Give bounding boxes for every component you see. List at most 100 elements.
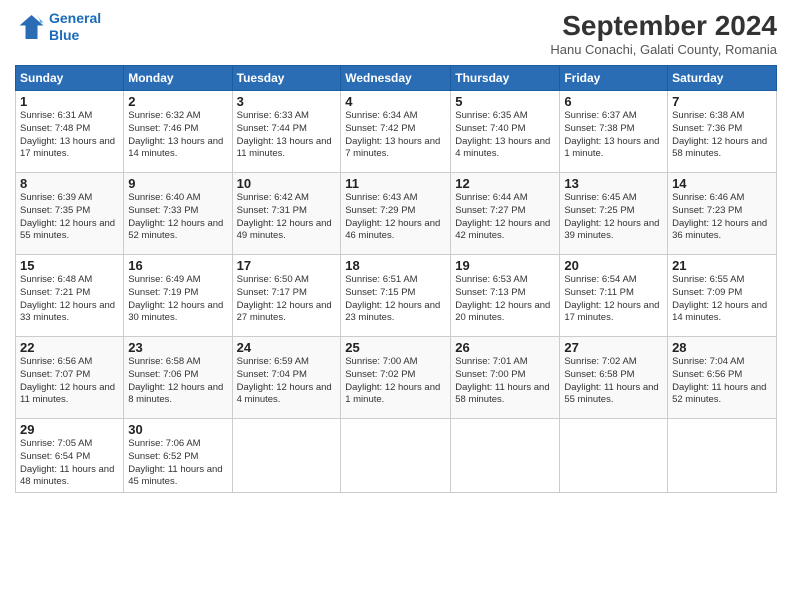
weekday-header-thursday: Thursday xyxy=(451,66,560,91)
day-number: 15 xyxy=(20,258,119,273)
day-info: Sunrise: 6:43 AMSunset: 7:29 PMDaylight:… xyxy=(345,192,446,243)
calendar-week-4: 22Sunrise: 6:56 AMSunset: 7:07 PMDayligh… xyxy=(16,337,777,419)
month-title: September 2024 xyxy=(550,10,777,42)
day-number: 21 xyxy=(672,258,772,273)
day-number: 20 xyxy=(564,258,663,273)
calendar-week-5: 29Sunrise: 7:05 AMSunset: 6:54 PMDayligh… xyxy=(16,419,777,493)
day-number: 1 xyxy=(20,94,119,109)
day-number: 23 xyxy=(128,340,227,355)
day-info: Sunrise: 7:04 AMSunset: 6:56 PMDaylight:… xyxy=(672,356,772,407)
calendar-cell: 11Sunrise: 6:43 AMSunset: 7:29 PMDayligh… xyxy=(341,173,451,255)
day-info: Sunrise: 6:35 AMSunset: 7:40 PMDaylight:… xyxy=(455,110,555,161)
day-info: Sunrise: 6:39 AMSunset: 7:35 PMDaylight:… xyxy=(20,192,119,243)
calendar-cell xyxy=(451,419,560,493)
calendar-table: SundayMondayTuesdayWednesdayThursdayFrid… xyxy=(15,65,777,493)
day-number: 10 xyxy=(237,176,337,191)
calendar-cell: 29Sunrise: 7:05 AMSunset: 6:54 PMDayligh… xyxy=(16,419,124,493)
logo-text: General Blue xyxy=(49,10,101,44)
weekday-header-tuesday: Tuesday xyxy=(232,66,341,91)
weekday-header-friday: Friday xyxy=(560,66,668,91)
day-number: 4 xyxy=(345,94,446,109)
calendar-cell: 28Sunrise: 7:04 AMSunset: 6:56 PMDayligh… xyxy=(668,337,777,419)
day-info: Sunrise: 6:58 AMSunset: 7:06 PMDaylight:… xyxy=(128,356,227,407)
day-info: Sunrise: 6:49 AMSunset: 7:19 PMDaylight:… xyxy=(128,274,227,325)
day-number: 9 xyxy=(128,176,227,191)
calendar-cell: 16Sunrise: 6:49 AMSunset: 7:19 PMDayligh… xyxy=(124,255,232,337)
day-info: Sunrise: 6:45 AMSunset: 7:25 PMDaylight:… xyxy=(564,192,663,243)
calendar-body: 1Sunrise: 6:31 AMSunset: 7:48 PMDaylight… xyxy=(16,91,777,493)
day-info: Sunrise: 7:01 AMSunset: 7:00 PMDaylight:… xyxy=(455,356,555,407)
day-info: Sunrise: 6:55 AMSunset: 7:09 PMDaylight:… xyxy=(672,274,772,325)
calendar-cell xyxy=(232,419,341,493)
day-info: Sunrise: 6:40 AMSunset: 7:33 PMDaylight:… xyxy=(128,192,227,243)
calendar-cell: 15Sunrise: 6:48 AMSunset: 7:21 PMDayligh… xyxy=(16,255,124,337)
calendar-cell: 7Sunrise: 6:38 AMSunset: 7:36 PMDaylight… xyxy=(668,91,777,173)
calendar-week-1: 1Sunrise: 6:31 AMSunset: 7:48 PMDaylight… xyxy=(16,91,777,173)
day-number: 17 xyxy=(237,258,337,273)
calendar-cell xyxy=(668,419,777,493)
calendar-cell: 27Sunrise: 7:02 AMSunset: 6:58 PMDayligh… xyxy=(560,337,668,419)
day-number: 27 xyxy=(564,340,663,355)
calendar-cell: 17Sunrise: 6:50 AMSunset: 7:17 PMDayligh… xyxy=(232,255,341,337)
day-info: Sunrise: 6:32 AMSunset: 7:46 PMDaylight:… xyxy=(128,110,227,161)
page-container: General Blue September 2024 Hanu Conachi… xyxy=(0,0,792,612)
logo-general: General xyxy=(49,10,101,26)
day-number: 30 xyxy=(128,422,227,437)
day-number: 3 xyxy=(237,94,337,109)
calendar-cell: 24Sunrise: 6:59 AMSunset: 7:04 PMDayligh… xyxy=(232,337,341,419)
logo-icon xyxy=(15,12,45,42)
calendar-cell: 25Sunrise: 7:00 AMSunset: 7:02 PMDayligh… xyxy=(341,337,451,419)
day-number: 25 xyxy=(345,340,446,355)
day-number: 8 xyxy=(20,176,119,191)
logo: General Blue xyxy=(15,10,101,44)
weekday-header-monday: Monday xyxy=(124,66,232,91)
calendar-header-row: SundayMondayTuesdayWednesdayThursdayFrid… xyxy=(16,66,777,91)
day-info: Sunrise: 6:46 AMSunset: 7:23 PMDaylight:… xyxy=(672,192,772,243)
day-number: 11 xyxy=(345,176,446,191)
calendar-cell: 26Sunrise: 7:01 AMSunset: 7:00 PMDayligh… xyxy=(451,337,560,419)
day-info: Sunrise: 6:50 AMSunset: 7:17 PMDaylight:… xyxy=(237,274,337,325)
calendar-cell xyxy=(341,419,451,493)
day-info: Sunrise: 6:37 AMSunset: 7:38 PMDaylight:… xyxy=(564,110,663,161)
calendar-cell: 21Sunrise: 6:55 AMSunset: 7:09 PMDayligh… xyxy=(668,255,777,337)
calendar-cell xyxy=(560,419,668,493)
calendar-cell: 19Sunrise: 6:53 AMSunset: 7:13 PMDayligh… xyxy=(451,255,560,337)
calendar-week-3: 15Sunrise: 6:48 AMSunset: 7:21 PMDayligh… xyxy=(16,255,777,337)
title-block: September 2024 Hanu Conachi, Galati Coun… xyxy=(550,10,777,57)
calendar-cell: 10Sunrise: 6:42 AMSunset: 7:31 PMDayligh… xyxy=(232,173,341,255)
calendar-cell: 20Sunrise: 6:54 AMSunset: 7:11 PMDayligh… xyxy=(560,255,668,337)
calendar-cell: 8Sunrise: 6:39 AMSunset: 7:35 PMDaylight… xyxy=(16,173,124,255)
day-info: Sunrise: 6:51 AMSunset: 7:15 PMDaylight:… xyxy=(345,274,446,325)
location-subtitle: Hanu Conachi, Galati County, Romania xyxy=(550,42,777,57)
day-number: 22 xyxy=(20,340,119,355)
day-info: Sunrise: 6:31 AMSunset: 7:48 PMDaylight:… xyxy=(20,110,119,161)
day-info: Sunrise: 7:00 AMSunset: 7:02 PMDaylight:… xyxy=(345,356,446,407)
day-info: Sunrise: 7:02 AMSunset: 6:58 PMDaylight:… xyxy=(564,356,663,407)
day-number: 18 xyxy=(345,258,446,273)
day-info: Sunrise: 6:44 AMSunset: 7:27 PMDaylight:… xyxy=(455,192,555,243)
day-number: 2 xyxy=(128,94,227,109)
calendar-cell: 13Sunrise: 6:45 AMSunset: 7:25 PMDayligh… xyxy=(560,173,668,255)
calendar-cell: 3Sunrise: 6:33 AMSunset: 7:44 PMDaylight… xyxy=(232,91,341,173)
day-info: Sunrise: 6:48 AMSunset: 7:21 PMDaylight:… xyxy=(20,274,119,325)
day-number: 7 xyxy=(672,94,772,109)
calendar-cell: 2Sunrise: 6:32 AMSunset: 7:46 PMDaylight… xyxy=(124,91,232,173)
day-number: 28 xyxy=(672,340,772,355)
weekday-header-saturday: Saturday xyxy=(668,66,777,91)
calendar-cell: 1Sunrise: 6:31 AMSunset: 7:48 PMDaylight… xyxy=(16,91,124,173)
day-number: 14 xyxy=(672,176,772,191)
day-info: Sunrise: 6:56 AMSunset: 7:07 PMDaylight:… xyxy=(20,356,119,407)
day-number: 6 xyxy=(564,94,663,109)
page-header: General Blue September 2024 Hanu Conachi… xyxy=(15,10,777,57)
day-info: Sunrise: 6:53 AMSunset: 7:13 PMDaylight:… xyxy=(455,274,555,325)
calendar-cell: 12Sunrise: 6:44 AMSunset: 7:27 PMDayligh… xyxy=(451,173,560,255)
calendar-cell: 14Sunrise: 6:46 AMSunset: 7:23 PMDayligh… xyxy=(668,173,777,255)
calendar-week-2: 8Sunrise: 6:39 AMSunset: 7:35 PMDaylight… xyxy=(16,173,777,255)
day-info: Sunrise: 6:59 AMSunset: 7:04 PMDaylight:… xyxy=(237,356,337,407)
day-number: 16 xyxy=(128,258,227,273)
calendar-cell: 22Sunrise: 6:56 AMSunset: 7:07 PMDayligh… xyxy=(16,337,124,419)
day-info: Sunrise: 6:54 AMSunset: 7:11 PMDaylight:… xyxy=(564,274,663,325)
logo-blue: Blue xyxy=(49,27,79,43)
day-number: 29 xyxy=(20,422,119,437)
calendar-cell: 5Sunrise: 6:35 AMSunset: 7:40 PMDaylight… xyxy=(451,91,560,173)
